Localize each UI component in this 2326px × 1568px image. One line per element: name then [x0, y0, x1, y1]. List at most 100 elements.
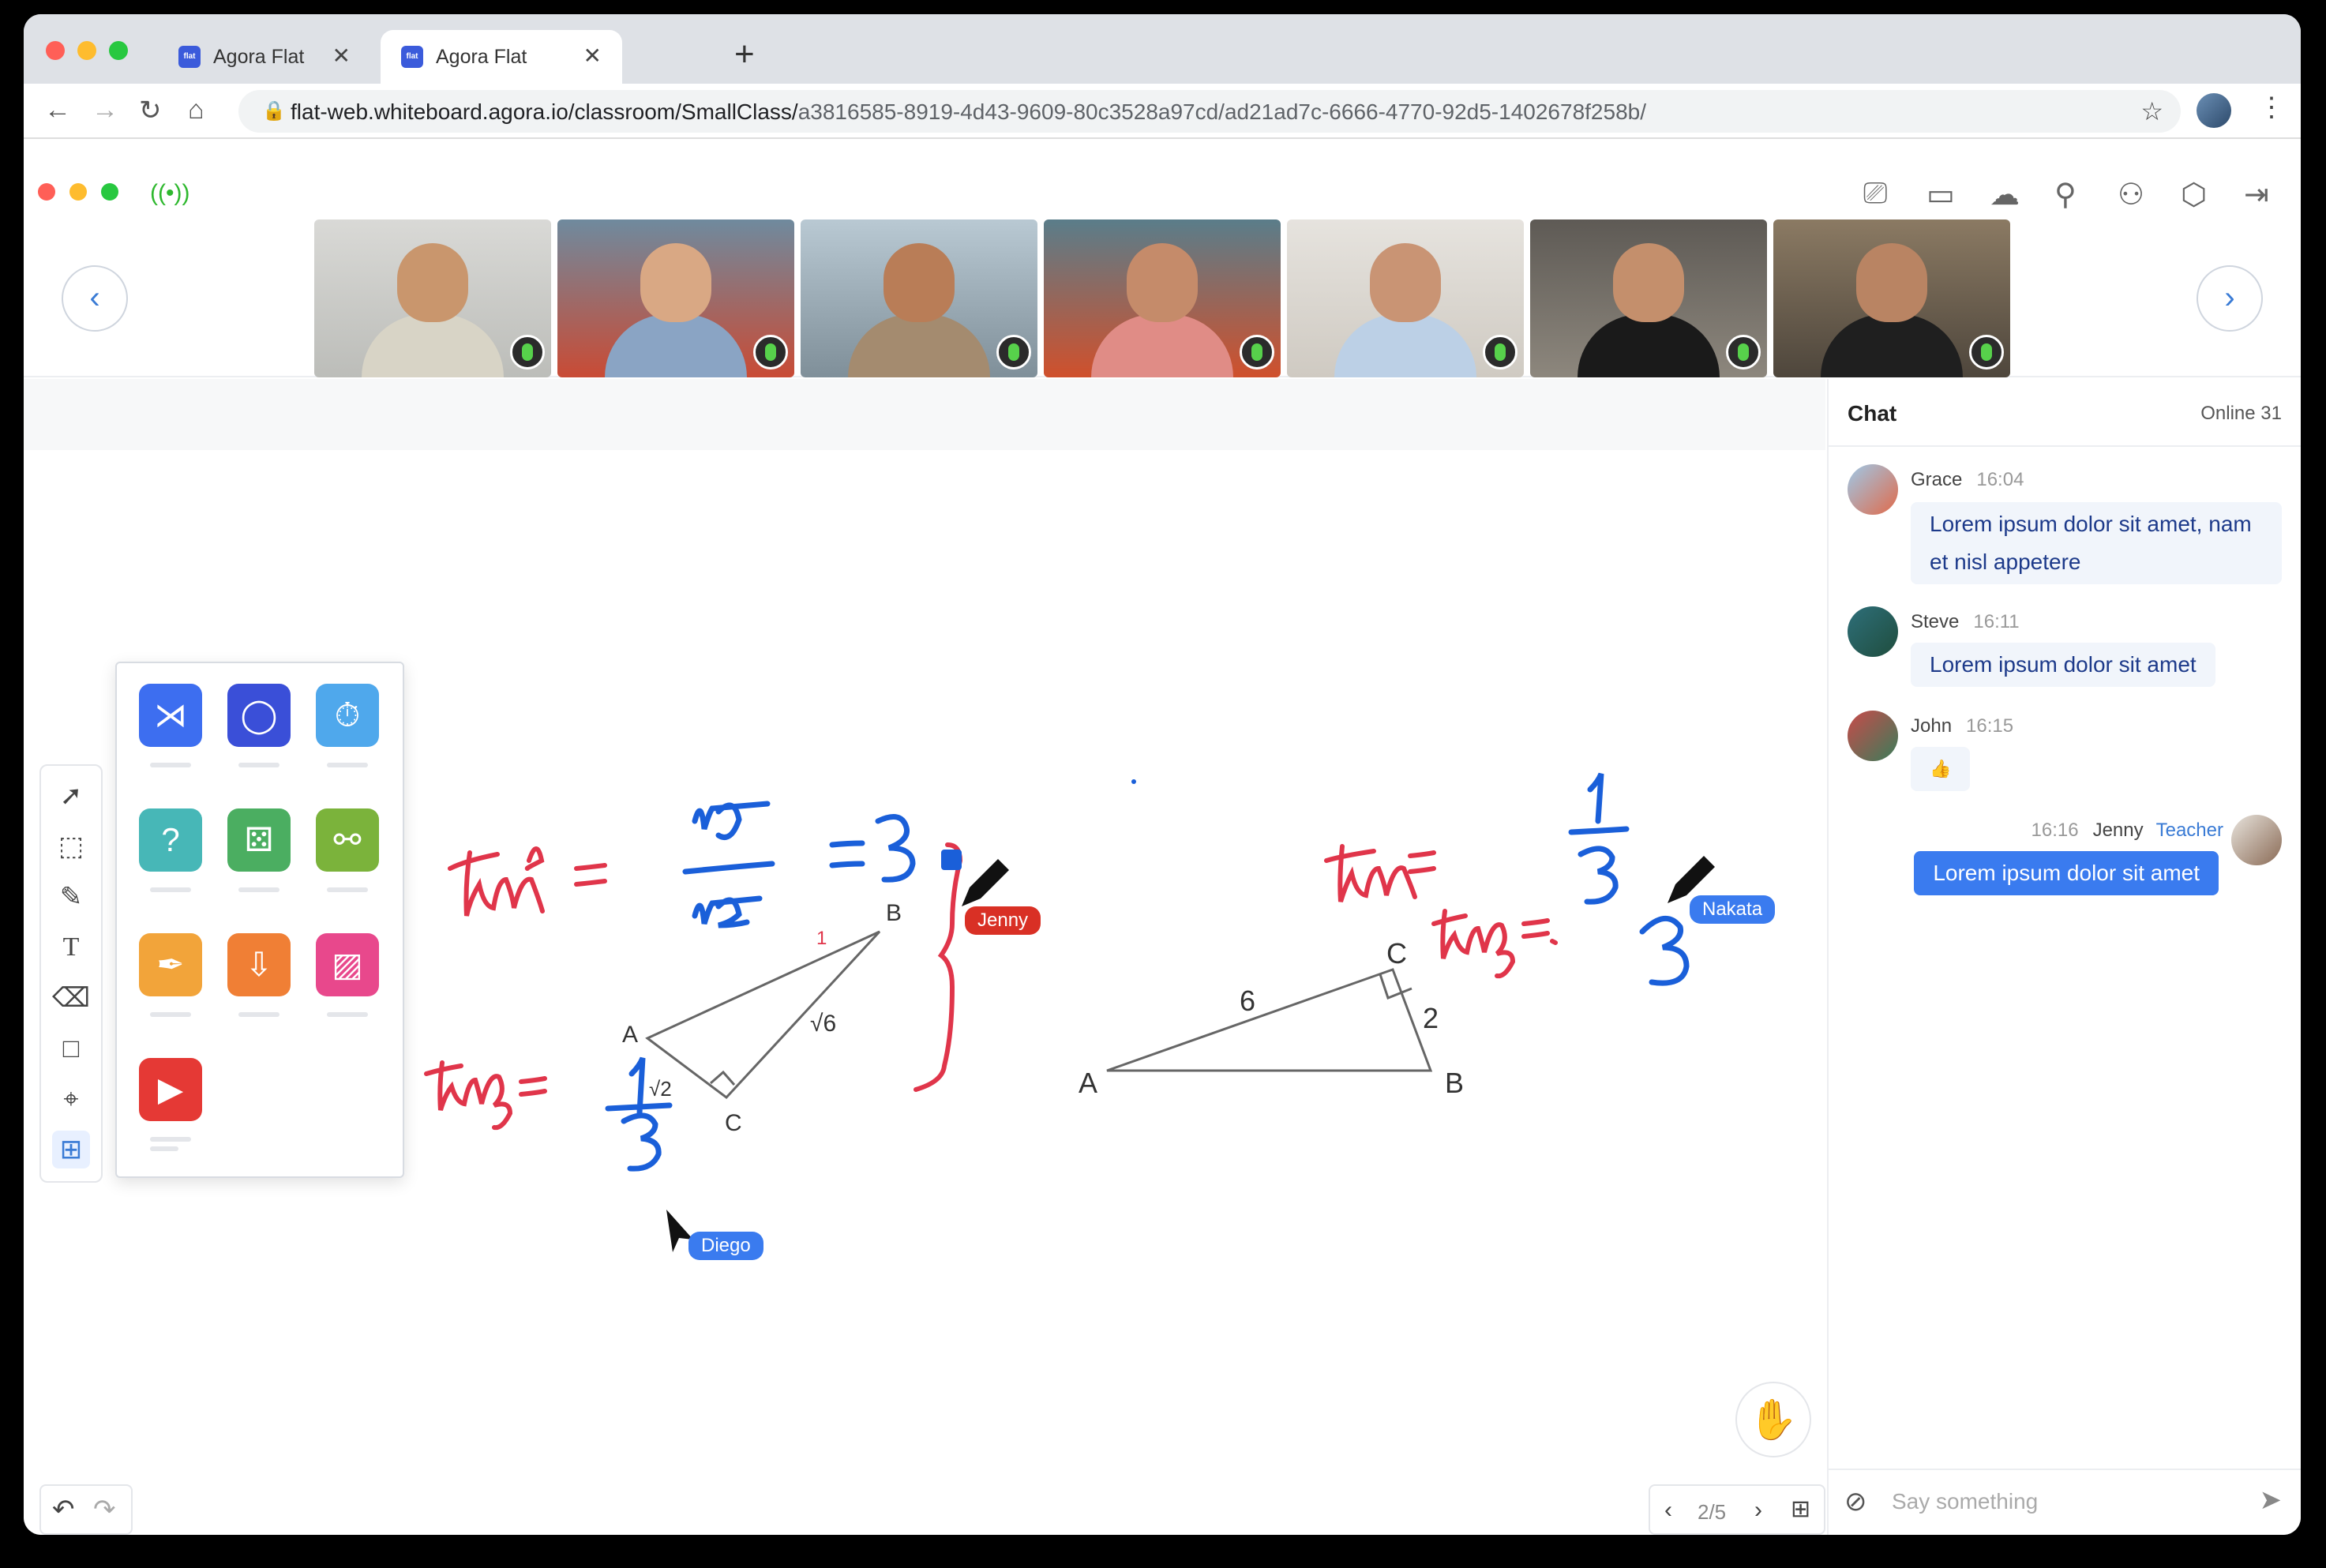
send-icon[interactable]: ➤	[2260, 1484, 2283, 1516]
handwriting-tanb-left	[424, 1060, 547, 1131]
cursor-label-jenny: Jenny	[965, 906, 1041, 935]
lock-icon: 🔒	[262, 100, 286, 122]
handwriting-tanb-right	[1431, 909, 1558, 979]
participant-head	[1370, 243, 1441, 322]
minimize-window-button[interactable]	[77, 41, 96, 60]
browser-tab-1[interactable]: flat Agora Flat ✕	[158, 30, 371, 84]
maximize-window-button[interactable]	[109, 41, 128, 60]
participant-head	[1856, 243, 1927, 322]
close-tab-icon[interactable]: ✕	[583, 43, 602, 69]
participant-body	[1334, 314, 1476, 377]
message-time: 16:15	[1966, 715, 2014, 737]
chat-input[interactable]: Say something	[1892, 1489, 2038, 1514]
profile-avatar[interactable]	[2197, 93, 2231, 128]
network-signal-icon: ((•))	[150, 180, 190, 206]
next-page-icon[interactable]: ›	[1754, 1497, 1762, 1524]
url-text: flat-web.whiteboard.agora.io/classroom/S…	[291, 99, 1646, 125]
exit-room-icon[interactable]: ⇥	[2244, 177, 2269, 212]
tab-strip: flat Agora Flat ✕ flat Agora Flat ✕ +	[24, 14, 2301, 84]
participant-head	[884, 243, 955, 322]
microphone-icon[interactable]	[1969, 335, 2004, 369]
video-prev-button[interactable]: ‹	[62, 265, 128, 332]
message-time: 16:04	[1976, 469, 2024, 490]
cloud-storage-icon[interactable]: ☁	[1990, 177, 2020, 212]
raise-hand-icon[interactable]: ✋	[1735, 1382, 1811, 1457]
microphone-icon[interactable]	[996, 335, 1031, 369]
participant-video-1[interactable]	[314, 219, 551, 377]
rectangle-tool-icon[interactable]: □	[52, 1030, 90, 1067]
participant-video-7[interactable]	[1773, 219, 2010, 377]
select-tool-icon[interactable]: ➚	[52, 777, 90, 815]
microphone-icon[interactable]	[510, 335, 545, 369]
participant-head	[397, 243, 468, 322]
text-tool-icon[interactable]: T	[52, 928, 90, 966]
ban-chat-icon[interactable]: ⊘	[1844, 1486, 1867, 1517]
close-window-button[interactable]	[46, 41, 65, 60]
app-label-placeholder	[150, 1146, 178, 1151]
eraser-tool-icon[interactable]: ⌫	[52, 979, 90, 1017]
microphone-icon[interactable]	[1240, 335, 1274, 369]
app-label-placeholder	[327, 1012, 368, 1017]
reload-icon[interactable]: ↻	[139, 95, 162, 126]
clear-tool-icon[interactable]: ⌖	[52, 1080, 90, 1118]
marquee-tool-icon[interactable]: ⬚	[52, 827, 90, 865]
image-app-icon[interactable]: ▨	[316, 933, 379, 996]
message-meta: Grace 16:04	[1911, 469, 2024, 491]
screen-share-icon[interactable]: ⎚	[1863, 177, 1887, 211]
microphone-icon[interactable]	[1726, 335, 1761, 369]
whiteboard-canvas[interactable]: A B C √6 √2 1 A B C 6 2 Jenny Nakata Die…	[24, 379, 1825, 1535]
settings-icon[interactable]: ⬡	[2181, 177, 2207, 212]
app-maximize-dot	[101, 183, 118, 201]
triangle1-label-a: A	[622, 1022, 638, 1048]
browser-tab-2[interactable]: flat Agora Flat ✕	[381, 30, 622, 84]
invite-user-icon[interactable]: ⚲	[2054, 177, 2077, 212]
video-next-button[interactable]: ›	[2197, 265, 2263, 332]
download-doc-app-icon[interactable]: ⇩	[227, 933, 291, 996]
bookmark-star-icon[interactable]: ☆	[2140, 96, 2163, 126]
app-label-placeholder	[327, 763, 368, 767]
geogebra-app-icon[interactable]: ◯	[227, 684, 291, 747]
triangle1-label-b: B	[886, 900, 902, 926]
microphone-icon[interactable]	[1483, 335, 1518, 369]
new-tab-button[interactable]: +	[734, 35, 755, 74]
close-tab-icon[interactable]: ✕	[332, 43, 351, 69]
prev-page-icon[interactable]: ‹	[1664, 1497, 1672, 1524]
pencil-tool-icon[interactable]: ✎	[52, 878, 90, 916]
chat-message-bubble: Lorem ipsum dolor sit amet	[1911, 643, 2215, 687]
participant-body	[1578, 314, 1720, 377]
participant-head	[1127, 243, 1198, 322]
address-bar[interactable]: 🔒 flat-web.whiteboard.agora.io/classroom…	[238, 90, 2181, 133]
sender-name: John	[1911, 715, 1953, 737]
handwriting-equals-3	[829, 814, 916, 883]
browser-menu-icon[interactable]: ⋮	[2258, 92, 2285, 123]
chat-header: Chat Online 31	[1829, 379, 2301, 447]
participant-video-5[interactable]	[1287, 219, 1524, 377]
countdown-app-icon[interactable]: ⏱	[316, 684, 379, 747]
triangle2-side-6: 6	[1240, 985, 1255, 1017]
home-icon[interactable]: ⌂	[188, 95, 204, 126]
redo-icon[interactable]: ↷	[93, 1494, 116, 1525]
navigation-bar: ← → ↻ ⌂ 🔒 flat-web.whiteboard.agora.io/c…	[24, 84, 2301, 139]
participant-video-3[interactable]	[801, 219, 1037, 377]
youtube-app-icon[interactable]: ▶	[139, 1058, 202, 1121]
undo-icon[interactable]: ↶	[52, 1494, 75, 1525]
back-arrow-icon[interactable]: ←	[44, 95, 71, 126]
dice-app-icon[interactable]: ⚄	[227, 808, 291, 872]
participant-video-4[interactable]	[1044, 219, 1281, 377]
apps-tool-icon[interactable]: ⊞	[52, 1131, 90, 1168]
sender-name: Grace	[1911, 469, 1963, 490]
chat-title: Chat	[1848, 401, 1897, 426]
forward-arrow-icon[interactable]: →	[92, 95, 118, 126]
microphone-icon[interactable]	[753, 335, 788, 369]
users-list-icon[interactable]: ⚇	[2118, 177, 2144, 212]
participant-video-2[interactable]	[557, 219, 794, 377]
quiz-app-icon[interactable]: ?	[139, 808, 202, 872]
vscode-app-icon[interactable]: ⋊	[139, 684, 202, 747]
message-meta: 16:16 Jenny Teacher	[2031, 820, 2224, 842]
mindmap-app-icon[interactable]: ⚯	[316, 808, 379, 872]
apps-panel: ⋊ ◯ ⏱ ? ⚄ ⚯ ✒ ⇩ ▨ ▶	[115, 662, 404, 1178]
notes-app-icon[interactable]: ✒	[139, 933, 202, 996]
camera-icon[interactable]: ▭	[1926, 177, 1955, 212]
participant-video-6[interactable]	[1530, 219, 1767, 377]
add-page-icon[interactable]: ⊞	[1791, 1495, 1810, 1523]
